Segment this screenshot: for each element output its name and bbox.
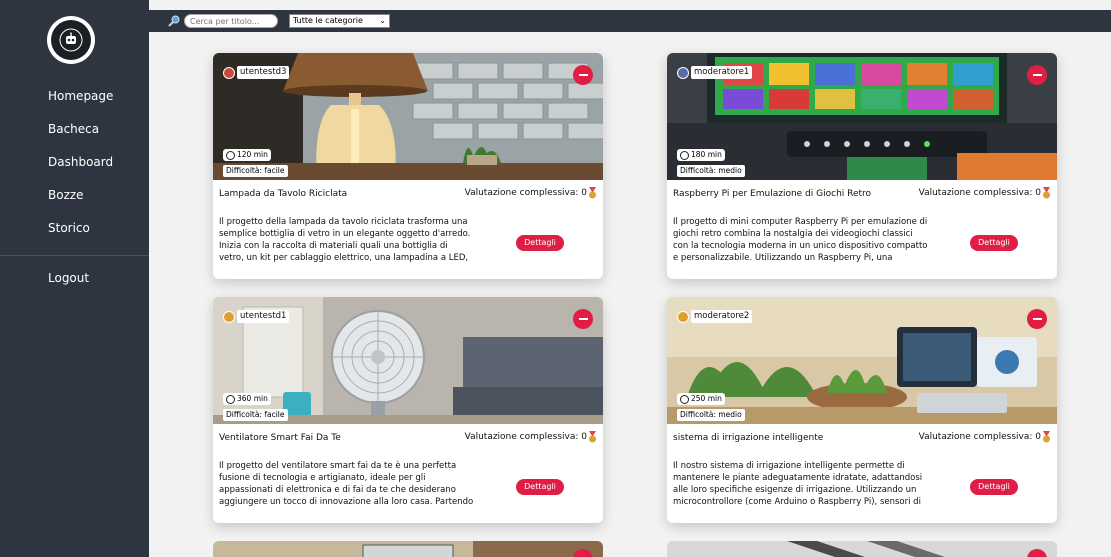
duration-value: 180 min bbox=[691, 150, 722, 159]
app-logo[interactable] bbox=[47, 16, 95, 64]
minus-icon bbox=[1032, 74, 1042, 76]
rating-label: Valutazione complessiva: bbox=[918, 188, 1033, 198]
rating-value: 0 bbox=[1035, 432, 1041, 442]
robot-logo-icon bbox=[59, 28, 83, 52]
difficulty-tag: Difficoltà: medio bbox=[677, 409, 745, 421]
sidebar-item-storico[interactable]: Storico bbox=[0, 212, 149, 245]
details-button[interactable]: Dettagli bbox=[970, 479, 1018, 495]
author-tag: moderatore2 bbox=[677, 310, 753, 323]
minus-icon bbox=[578, 318, 588, 320]
difficulty-tag: Difficoltà: medio bbox=[677, 165, 745, 177]
category-select[interactable]: Tutte le categorie ⌄ bbox=[289, 14, 390, 28]
top-bar: Tutte le categorie ⌄ bbox=[149, 10, 1111, 32]
clock-icon bbox=[680, 150, 689, 160]
clock-icon bbox=[680, 394, 689, 404]
duration-tag: 180 min bbox=[677, 149, 725, 161]
overall-rating: Valutazione complessiva: 0 bbox=[465, 187, 597, 199]
clock-icon bbox=[226, 394, 235, 404]
author-tag: utentestd1 bbox=[223, 310, 290, 323]
author-tag: moderatore1 bbox=[677, 66, 753, 79]
avatar bbox=[223, 310, 235, 323]
sidebar-item-logout[interactable]: Logout bbox=[0, 262, 149, 295]
avatar bbox=[223, 66, 235, 79]
category-select-value: Tutte le categorie bbox=[293, 16, 363, 25]
sidebar: Homepage Bacheca Dashboard Bozze Storico… bbox=[0, 0, 149, 557]
overall-rating: Valutazione complessiva: 0 bbox=[465, 431, 597, 443]
sidebar-item-bacheca[interactable]: Bacheca bbox=[0, 113, 149, 146]
rating-value: 0 bbox=[581, 432, 587, 442]
search-input[interactable] bbox=[184, 14, 278, 28]
medal-icon bbox=[589, 187, 596, 199]
sidebar-nav: Homepage Bacheca Dashboard Bozze Storico… bbox=[0, 80, 149, 295]
sidebar-divider bbox=[0, 255, 149, 256]
remove-button[interactable] bbox=[1027, 65, 1047, 85]
project-card: utentestd3 120 min Difficoltà: facile La… bbox=[213, 53, 603, 279]
project-title: sistema di irrigazione intelligente bbox=[673, 433, 824, 443]
avatar bbox=[677, 310, 689, 323]
logo-emblem bbox=[51, 20, 91, 60]
avatar bbox=[677, 66, 689, 79]
author-name[interactable]: utentestd1 bbox=[237, 310, 290, 323]
project-description: Il progetto di mini computer Raspberry P… bbox=[673, 217, 928, 263]
minus-icon bbox=[1032, 318, 1042, 320]
remove-button[interactable] bbox=[1027, 309, 1047, 329]
rating-label: Valutazione complessiva: bbox=[464, 188, 579, 198]
project-card-partial bbox=[213, 541, 603, 557]
project-title: Ventilatore Smart Fai Da Te bbox=[219, 433, 341, 443]
rating-label: Valutazione complessiva: bbox=[464, 432, 579, 442]
search-icon bbox=[168, 15, 180, 27]
medal-icon bbox=[1043, 187, 1050, 199]
duration-tag: 120 min bbox=[223, 149, 271, 161]
sidebar-item-bozze[interactable]: Bozze bbox=[0, 179, 149, 212]
clock-icon bbox=[226, 150, 235, 160]
duration-value: 120 min bbox=[237, 150, 268, 159]
minus-icon bbox=[578, 74, 588, 76]
author-tag: utentestd3 bbox=[223, 66, 290, 79]
details-button[interactable]: Dettagli bbox=[970, 235, 1018, 251]
rating-label: Valutazione complessiva: bbox=[918, 432, 1033, 442]
difficulty-tag: Difficoltà: facile bbox=[223, 165, 288, 177]
project-description: Il progetto del ventilatore smart fai da… bbox=[219, 461, 474, 507]
project-card: moderatore2 250 min Difficoltà: medio si… bbox=[667, 297, 1057, 523]
difficulty-tag: Difficoltà: facile bbox=[223, 409, 288, 421]
overall-rating: Valutazione complessiva: 0 bbox=[919, 431, 1051, 443]
rating-value: 0 bbox=[581, 188, 587, 198]
project-title: Raspberry Pi per Emulazione di Giochi Re… bbox=[673, 189, 872, 199]
sidebar-item-homepage[interactable]: Homepage bbox=[0, 80, 149, 113]
duration-tag: 360 min bbox=[223, 393, 271, 405]
overall-rating: Valutazione complessiva: 0 bbox=[919, 187, 1051, 199]
search-area bbox=[167, 14, 278, 28]
details-button[interactable]: Dettagli bbox=[516, 479, 564, 495]
rating-value: 0 bbox=[1035, 188, 1041, 198]
project-title: Lampada da Tavolo Riciclata bbox=[219, 189, 348, 199]
medal-icon bbox=[1043, 431, 1050, 443]
project-card: utentestd1 360 min Difficoltà: facile Ve… bbox=[213, 297, 603, 523]
duration-value: 250 min bbox=[691, 394, 722, 403]
author-name[interactable]: moderatore2 bbox=[691, 310, 753, 323]
sidebar-item-dashboard[interactable]: Dashboard bbox=[0, 146, 149, 179]
author-name[interactable]: utentestd3 bbox=[237, 66, 290, 79]
chevron-down-icon: ⌄ bbox=[379, 16, 386, 25]
project-description: Il nostro sistema di irrigazione intelli… bbox=[673, 461, 923, 507]
remove-button[interactable] bbox=[573, 65, 593, 85]
remove-button[interactable] bbox=[573, 309, 593, 329]
project-description: Il progetto della lampada da tavolo rici… bbox=[219, 217, 471, 263]
project-card-partial bbox=[667, 541, 1057, 557]
medal-icon bbox=[589, 431, 596, 443]
main-content: utentestd3 120 min Difficoltà: facile La… bbox=[149, 32, 1111, 557]
duration-value: 360 min bbox=[237, 394, 268, 403]
details-button[interactable]: Dettagli bbox=[516, 235, 564, 251]
duration-tag: 250 min bbox=[677, 393, 725, 405]
project-card: moderatore1 180 min Difficoltà: medio Ra… bbox=[667, 53, 1057, 279]
author-name[interactable]: moderatore1 bbox=[691, 66, 753, 79]
